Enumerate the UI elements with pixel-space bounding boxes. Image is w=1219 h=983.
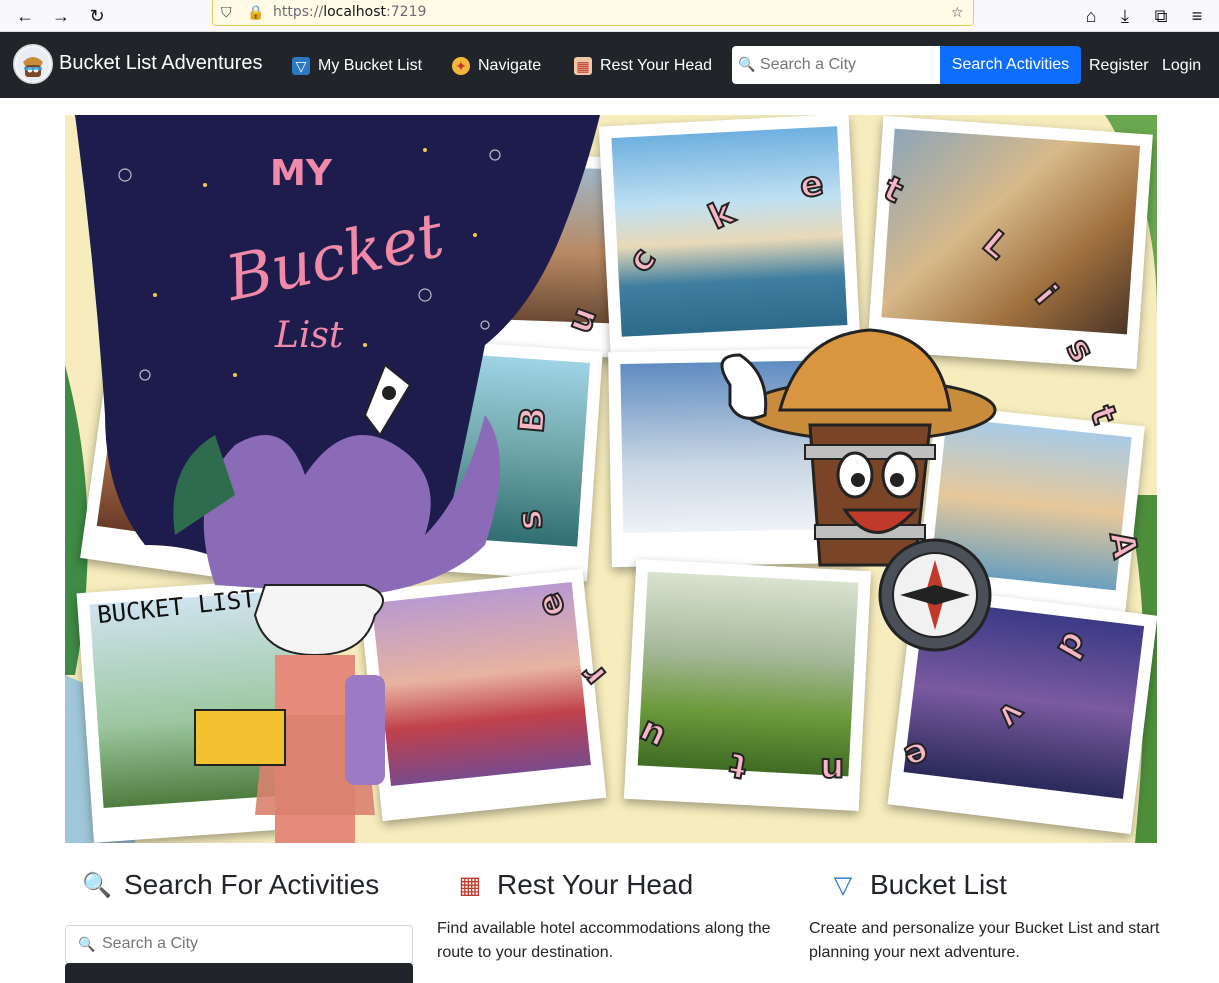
bookmark-star-icon[interactable]: ☆ xyxy=(951,4,964,21)
forward-icon[interactable]: → xyxy=(48,3,74,29)
navbar-search-input[interactable] xyxy=(760,56,930,74)
pocket-icon[interactable]: ⌂ xyxy=(1078,3,1104,29)
feature-rest-title: ▦ Rest Your Head xyxy=(455,869,693,901)
search-icon: 🔍 xyxy=(78,936,96,952)
extensions-icon[interactable]: ⧉ xyxy=(1148,3,1174,29)
url-bar[interactable]: ⛉ 🔒 https://localhost:7219 ☆ xyxy=(212,0,974,26)
brand-title[interactable]: Bucket List Adventures xyxy=(59,52,262,75)
nav-rest-your-head[interactable]: ▦ Rest Your Head xyxy=(574,57,712,75)
poster-my: MY xyxy=(270,153,332,194)
nav-label: Rest Your Head xyxy=(600,57,713,74)
register-link[interactable]: Register xyxy=(1089,57,1149,75)
search-activities-button[interactable]: Search Activities xyxy=(940,46,1081,84)
bucket-icon: ▽ xyxy=(833,871,853,899)
menu-icon[interactable]: ≡ xyxy=(1184,3,1210,29)
title-letter-s2: s xyxy=(508,507,552,533)
title-letter-n: n xyxy=(819,749,845,791)
nav-navigate[interactable]: ✦ Navigate xyxy=(452,57,541,75)
navbar-search-field[interactable]: 🔍 xyxy=(732,46,940,84)
reload-icon[interactable]: ↻ xyxy=(84,3,110,29)
feature-search-button[interactable] xyxy=(65,963,413,983)
feature-heading: Search For Activities xyxy=(124,869,380,900)
back-icon[interactable]: ← xyxy=(12,3,38,29)
hotel-icon: ▦ xyxy=(574,57,592,75)
shield-icon: ⛉ xyxy=(221,4,232,20)
feature-bucket-title: ▽ Bucket List xyxy=(828,869,1007,901)
feature-bucket-description: Create and personalize your Bucket List … xyxy=(809,920,1160,961)
bucket-mascot xyxy=(720,328,997,652)
title-letter-B: B xyxy=(511,404,555,435)
feature-heading: Rest Your Head xyxy=(497,869,694,900)
nav-my-bucket-list[interactable]: ▽ My Bucket List xyxy=(292,57,422,75)
compass-icon: ✦ xyxy=(452,57,470,75)
download-icon[interactable]: ⤓ xyxy=(1112,3,1138,29)
feature-rest-description: Find available hotel accommodations alon… xyxy=(437,920,771,961)
feature-heading: Bucket List xyxy=(870,869,1007,900)
poster-list: List xyxy=(275,315,344,356)
nav-label: My Bucket List xyxy=(318,57,423,74)
bucket-icon: ▽ xyxy=(292,57,310,75)
lock-icon: 🔒 xyxy=(247,4,265,20)
feature-search-input[interactable] xyxy=(102,935,392,953)
nav-label: Navigate xyxy=(478,57,542,74)
url-text: https://localhost:7219 xyxy=(273,4,427,20)
search-icon: 🔍 xyxy=(738,56,756,72)
feature-search-field[interactable]: 🔍 xyxy=(65,925,413,964)
brand-logo[interactable] xyxy=(13,44,53,84)
hero-banner: MY Bucket List BUCKET LIST u c k e t L i… xyxy=(65,115,1157,843)
site-navbar: Bucket List Adventures ▽ My Bucket List … xyxy=(0,32,1219,98)
browser-toolbar: ← → ↻ ⛉ 🔒 https://localhost:7219 ☆ ⌂ ⤓ ⧉… xyxy=(0,0,1219,32)
search-icon: 🔍 xyxy=(82,871,112,899)
hotel-icon: ▦ xyxy=(458,871,482,899)
feature-search-title: 🔍 Search For Activities xyxy=(82,869,379,901)
login-link[interactable]: Login xyxy=(1162,57,1201,75)
